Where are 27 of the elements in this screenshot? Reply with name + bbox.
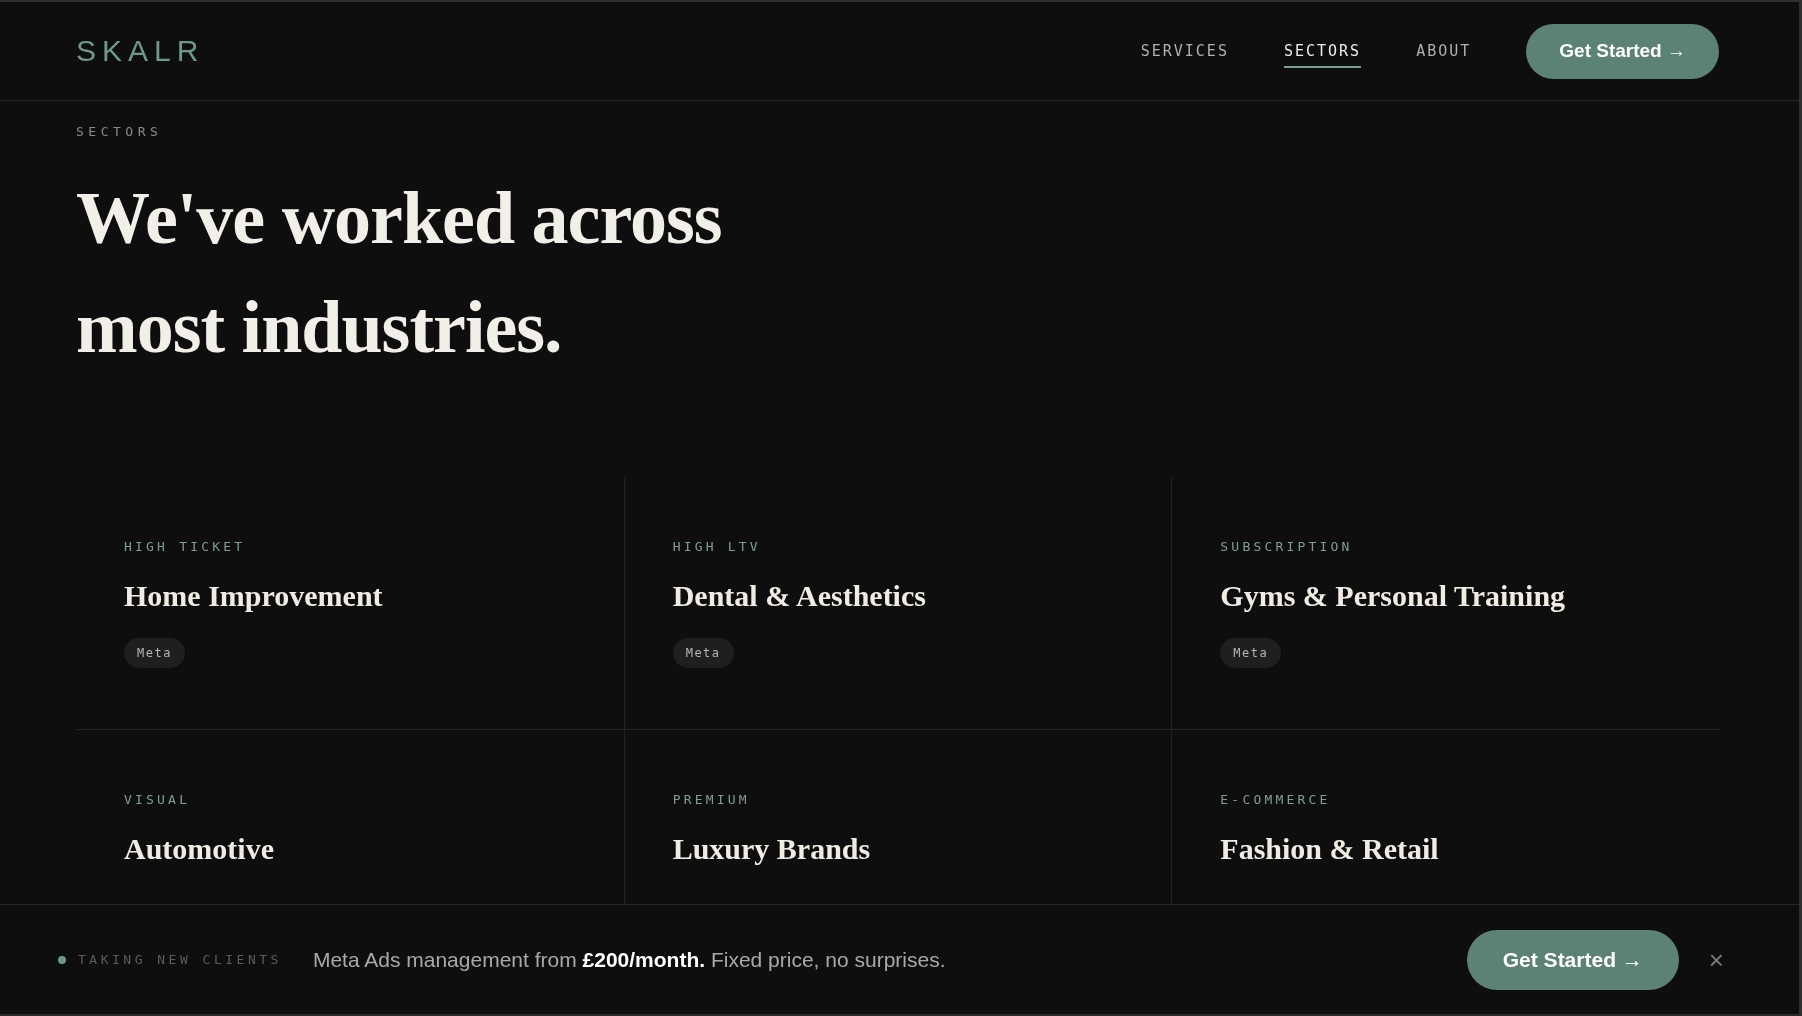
platform-tag: Meta <box>124 638 185 668</box>
sector-title: Dental & Aesthetics <box>672 578 927 614</box>
sector-category: HIGH TICKET <box>124 538 247 556</box>
offer-message: Meta Ads management from £200/month. Fixed price, no surprises. <box>312 947 946 972</box>
status-label: TAKING NEW CLIENTS <box>78 952 282 967</box>
sector-category: HIGH LTV <box>672 538 762 556</box>
nav-link[interactable]: SECTORS <box>1283 34 1362 68</box>
get-started-button[interactable]: Get Started → <box>1526 23 1719 79</box>
platform-tag: Meta <box>1220 638 1282 668</box>
section-label: SECTORS <box>76 124 164 140</box>
close-button[interactable]: × <box>1708 946 1724 973</box>
get-started-button[interactable]: Get Started → <box>1466 929 1679 990</box>
sector-title: Fashion & Retail <box>1220 831 1440 867</box>
sector-category: SUBSCRIPTION <box>1220 538 1354 556</box>
sector-category: VISUAL <box>124 791 192 809</box>
status-dot-icon <box>58 955 66 964</box>
logo[interactable]: SKALR <box>76 36 205 66</box>
sector-title: Home Improvement <box>124 578 384 614</box>
sector-category: PREMIUM <box>672 791 751 809</box>
sector-title: Gyms & Personal Training <box>1220 578 1567 614</box>
sector-title: Automotive <box>124 831 275 867</box>
sector-category: E-COMMERCE <box>1220 791 1332 809</box>
headline: We've worked across most industries. <box>76 176 723 370</box>
sector-title: Luxury Brands <box>672 831 872 867</box>
platform-tag: Meta <box>672 638 734 668</box>
nav-link[interactable]: ABOUT <box>1416 34 1472 68</box>
nav-link[interactable]: SERVICES <box>1140 34 1229 68</box>
